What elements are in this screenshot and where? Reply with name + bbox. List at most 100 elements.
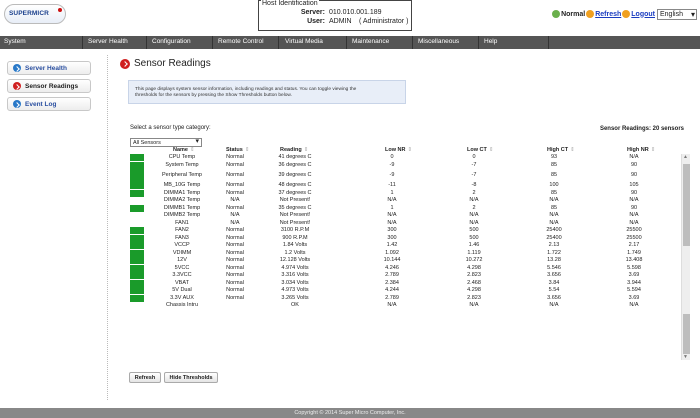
cell-reading: 900 R.P.M (282, 234, 308, 241)
cell-high-nr: 25500 (626, 227, 642, 233)
col-header-name[interactable]: Name ⇕ (173, 147, 195, 153)
cell-low-nr: 1 (390, 204, 394, 211)
sidebar-item-label: Event Log (25, 100, 57, 108)
hide-thresholds-button[interactable]: Hide Thresholds (164, 372, 218, 383)
cell-reading: 1.84 Volts (282, 242, 308, 248)
cell-status (214, 302, 256, 310)
cell-name: 12V (177, 257, 187, 263)
logout-icon[interactable] (622, 10, 631, 18)
cell-reading: 41 degrees C (278, 154, 312, 160)
menu-help[interactable]: Help (484, 38, 497, 45)
cell-status: Normal (226, 264, 244, 271)
info-box: This page displays system sensor informa… (128, 80, 406, 104)
sidebar-item-server-health[interactable]: Server Health (7, 61, 91, 75)
cell-low-nr: N/A (387, 219, 397, 226)
cell-low-nr: 1.42 (386, 242, 398, 248)
cell-status: Normal (226, 294, 244, 301)
table-row: Peripheral Temp Normal 39 degrees C -9 -7 85 9… (129, 169, 681, 182)
cell-high-ct: 25400 (546, 234, 562, 241)
cell-low-ct: -7 (471, 161, 477, 168)
status-indicator (130, 182, 144, 189)
cell-low-nr: 0 (390, 154, 394, 160)
menu-system[interactable]: System (4, 38, 26, 45)
cell-reading: 3.034 Volts (281, 279, 309, 286)
sensor-count: Sensor Readings: 20 sensors (599, 126, 684, 132)
refresh-link[interactable]: Refresh (595, 11, 621, 18)
cell-low-ct: 10.272 (465, 257, 483, 263)
user-role: ( Administrator ) (359, 18, 409, 25)
status-ok-icon (552, 10, 561, 18)
table-row: FAN1 N/A Not Present! N/A N/A N/A N/A (129, 220, 681, 228)
scroll-down-icon[interactable]: ▼ (683, 354, 688, 360)
sidebar: Server Health Sensor Readings Event Log (0, 55, 108, 400)
cell-status: Normal (226, 279, 244, 286)
cell-high-nr: 5.594 (627, 287, 641, 293)
cell-high-ct: 5.546 (547, 264, 561, 271)
cell-name: MB_10G Temp (163, 182, 201, 188)
cell-reading: Not Present! (279, 212, 311, 218)
cell-status: Normal (226, 234, 244, 241)
status-indicator (130, 242, 144, 249)
cell-high-nr: 3.69 (628, 294, 640, 301)
cell-reading: Not Present! (279, 197, 311, 203)
refresh-icon[interactable] (586, 10, 595, 18)
language-select[interactable]: English (657, 8, 697, 20)
menu-server-health[interactable]: Server Health (88, 38, 128, 45)
col-header-high-ct[interactable]: High CT ⇕ (547, 147, 575, 153)
table-row: 3.3V AUX Normal 3.265 Volts 2.789 2.823 3.656… (129, 294, 681, 303)
menu-configuration[interactable]: Configuration (152, 38, 191, 45)
cell-low-ct: 1.46 (468, 242, 480, 248)
cell-low-nr: -9 (389, 161, 395, 168)
scroll-thumb-top[interactable] (683, 164, 690, 246)
cell-name: Peripheral Temp (162, 171, 202, 178)
system-status: Normal (561, 10, 586, 18)
page-root: SUPERMICR Host Identification Server: 01… (0, 0, 700, 418)
table-row: DIMMB1 Temp Normal 35 degrees C 1 2 85 90 (129, 204, 681, 213)
menu-miscellaneous[interactable]: Miscellaneous (418, 38, 459, 45)
table-row: FAN3 Normal 900 R.P.M 300 500 25400 25500 (129, 234, 681, 243)
cell-reading: Not Present! (279, 219, 311, 226)
menu-virtual-media[interactable]: Virtual Media (285, 38, 323, 45)
table-row: DIMMB2 Temp N/A Not Present! N/A N/A N/A N/A (129, 212, 681, 220)
col-header-status[interactable]: Status ⇕ (226, 147, 249, 153)
sidebar-item-event-log[interactable]: Event Log (7, 97, 91, 111)
cell-status: Normal (226, 272, 244, 278)
arrow-right-icon (13, 82, 21, 90)
cell-high-nr: 90 (630, 204, 638, 211)
cell-status: Normal (226, 287, 244, 293)
cell-name: CPU Temp (168, 154, 196, 160)
cell-low-ct: N/A (469, 212, 479, 218)
top-header: SUPERMICR Host Identification Server: 01… (0, 0, 700, 31)
cell-status: Normal (226, 204, 244, 211)
cell-status: N/A (230, 219, 240, 226)
cell-status: N/A (230, 212, 240, 218)
table-row: DIMMA2 Temp N/A Not Present! N/A N/A N/A N/A (129, 197, 681, 205)
cell-low-nr: -9 (389, 171, 395, 178)
cell-low-ct: 0 (472, 154, 476, 160)
cell-high-nr: 105 (629, 182, 639, 188)
col-header-low-ct[interactable]: Low CT ⇕ (467, 147, 493, 153)
host-identification: Host Identification Server: 010.010.001.… (258, 0, 412, 31)
cell-low-ct: 2 (472, 204, 476, 211)
cell-high-nr: 5.598 (627, 264, 641, 271)
table-scrollbar[interactable]: ▲ ▼ (681, 154, 690, 360)
scroll-up-icon[interactable]: ▲ (683, 154, 688, 160)
cell-low-ct: 4.298 (467, 264, 481, 271)
menu-remote-control[interactable]: Remote Control (218, 38, 264, 45)
cell-status: Normal (226, 189, 244, 196)
cell-name: 3.3V AUX (170, 294, 194, 301)
table-row: FAN2 Normal 3100 R.P.M 300 500 25400 25500 (129, 227, 681, 235)
col-header-reading[interactable]: Reading ⇕ (280, 147, 308, 153)
host-identification-legend: Host Identification (261, 0, 319, 7)
cell-low-ct: N/A (469, 219, 479, 226)
refresh-button[interactable]: Refresh (129, 372, 161, 383)
menu-maintenance[interactable]: Maintenance (352, 38, 389, 45)
sidebar-item-sensor-readings[interactable]: Sensor Readings (7, 79, 91, 93)
cell-low-nr: 2.789 (385, 294, 399, 301)
col-header-high-nr[interactable]: High NR ⇕ (627, 147, 655, 153)
scroll-thumb-bottom[interactable] (683, 314, 690, 354)
col-header-low-nr[interactable]: Low NR ⇕ (385, 147, 412, 153)
logout-link[interactable]: Logout (631, 11, 655, 18)
status-indicator (130, 204, 144, 212)
cell-high-nr: N/A (629, 212, 639, 218)
